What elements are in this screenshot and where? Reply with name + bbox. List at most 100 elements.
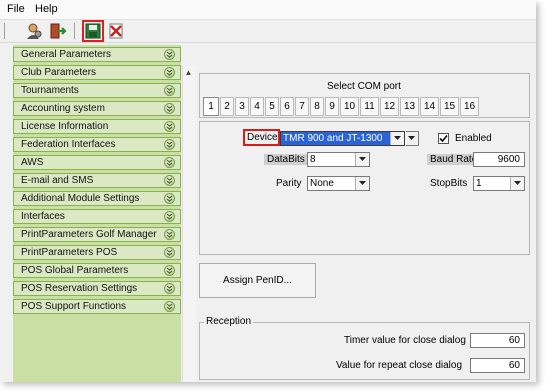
chevron-double-down-icon[interactable] bbox=[164, 139, 175, 150]
dropdown-arrow-icon[interactable] bbox=[405, 132, 418, 145]
databits-label: DataBits bbox=[264, 154, 308, 165]
device-select-value: TMR 900 and JT-1300 bbox=[283, 133, 383, 144]
sidebar-item-printparameters-pos[interactable]: PrintParameters POS bbox=[13, 245, 181, 260]
sidebar-item-email-and-sms[interactable]: E-mail and SMS bbox=[13, 173, 181, 188]
menu-file[interactable]: File bbox=[7, 3, 25, 15]
sidebar-item-general-parameters[interactable]: General Parameters bbox=[13, 47, 181, 62]
baudrate-input[interactable]: 9600 bbox=[473, 152, 525, 167]
highlight-device-label bbox=[243, 129, 280, 146]
com-port-button-4[interactable]: 4 bbox=[250, 97, 264, 116]
chevron-double-down-icon[interactable] bbox=[164, 85, 175, 96]
sidebar-item-label: Tournaments bbox=[21, 85, 79, 96]
com-port-button-10[interactable]: 10 bbox=[340, 97, 359, 116]
chevron-double-down-icon[interactable] bbox=[164, 211, 175, 222]
com-port-button-15[interactable]: 15 bbox=[440, 97, 459, 116]
sidebar-item-pos-support-functions[interactable]: POS Support Functions bbox=[13, 299, 181, 314]
timer-close-dialog-label: Timer value for close dialog bbox=[344, 335, 466, 346]
sidebar-item-club-parameters[interactable]: Club Parameters bbox=[13, 65, 181, 80]
save-icon[interactable] bbox=[82, 20, 104, 42]
toolbar bbox=[0, 20, 536, 43]
chevron-double-down-icon[interactable] bbox=[164, 247, 175, 258]
sidebar-item-label: Club Parameters bbox=[21, 67, 97, 78]
sidebar-item-federation-interfaces[interactable]: Federation Interfaces bbox=[13, 137, 181, 152]
enabled-checkbox[interactable] bbox=[438, 133, 449, 144]
chevron-double-down-icon[interactable] bbox=[164, 157, 175, 168]
com-port-button-2[interactable]: 2 bbox=[220, 97, 234, 116]
enabled-label: Enabled bbox=[455, 133, 492, 144]
com-port-button-1[interactable]: 1 bbox=[203, 97, 219, 116]
repeat-close-dialog-input[interactable]: 60 bbox=[470, 358, 525, 373]
device-dropdown-button[interactable] bbox=[405, 131, 419, 146]
sidebar-item-label: License Information bbox=[21, 121, 109, 132]
dropdown-arrow-icon[interactable] bbox=[390, 132, 404, 145]
user-settings-icon[interactable] bbox=[25, 22, 43, 40]
chevron-double-down-icon[interactable] bbox=[164, 175, 175, 186]
chevron-double-down-icon[interactable] bbox=[164, 265, 175, 276]
sidebar-item-label: PrintParameters Golf Manager bbox=[21, 229, 157, 240]
assign-penid-button[interactable]: Assign PenID... bbox=[199, 263, 316, 298]
sidebar-item-label: AWS bbox=[21, 157, 44, 168]
com-port-button-8[interactable]: 8 bbox=[310, 97, 324, 116]
app-window: File Help General Parameters Club Parame… bbox=[0, 0, 536, 382]
toolbar-separator bbox=[74, 23, 75, 39]
com-port-button-6[interactable]: 6 bbox=[280, 97, 294, 116]
sidebar-item-label: E-mail and SMS bbox=[21, 175, 94, 186]
reception-title: Reception bbox=[204, 316, 254, 327]
chevron-double-down-icon[interactable] bbox=[164, 67, 175, 78]
timer-close-dialog-input[interactable]: 60 bbox=[470, 333, 525, 348]
com-port-button-9[interactable]: 9 bbox=[325, 97, 339, 116]
scroll-up-arrow-icon[interactable]: ▲ bbox=[182, 66, 195, 79]
com-port-button-3[interactable]: 3 bbox=[235, 97, 249, 116]
parity-label: Parity bbox=[276, 178, 302, 189]
com-port-button-7[interactable]: 7 bbox=[295, 97, 309, 116]
dropdown-arrow-icon[interactable] bbox=[355, 153, 369, 166]
sidebar-item-additional-module-settings[interactable]: Additional Module Settings bbox=[13, 191, 181, 206]
databits-value: 8 bbox=[310, 154, 316, 165]
menu-bar: File Help bbox=[0, 0, 536, 20]
repeat-close-dialog-label: Value for repeat close dialog bbox=[336, 360, 463, 371]
device-select[interactable]: TMR 900 and JT-1300 bbox=[280, 131, 405, 146]
chevron-double-down-icon[interactable] bbox=[164, 193, 175, 204]
com-port-title: Select COM port bbox=[327, 81, 401, 92]
sidebar-item-label: PrintParameters POS bbox=[21, 247, 118, 258]
com-port-button-11[interactable]: 11 bbox=[360, 97, 379, 116]
sidebar-item-label: POS Global Parameters bbox=[21, 265, 129, 276]
sidebar-item-label: Accounting system bbox=[21, 103, 105, 114]
menu-help[interactable]: Help bbox=[35, 3, 58, 15]
sidebar-item-license-information[interactable]: License Information bbox=[13, 119, 181, 134]
dropdown-arrow-icon[interactable] bbox=[510, 177, 524, 190]
com-port-button-12[interactable]: 12 bbox=[380, 97, 399, 116]
sidebar-item-label: Additional Module Settings bbox=[21, 193, 140, 204]
databits-select[interactable]: 8 bbox=[307, 152, 370, 167]
parity-value: None bbox=[310, 178, 334, 189]
sidebar-item-label: General Parameters bbox=[21, 49, 112, 60]
stopbits-select[interactable]: 1 bbox=[473, 176, 525, 191]
sidebar-item-accounting-system[interactable]: Accounting system bbox=[13, 101, 181, 116]
dropdown-arrow-icon[interactable] bbox=[355, 177, 369, 190]
sidebar-item-interfaces[interactable]: Interfaces bbox=[13, 209, 181, 224]
com-port-button-13[interactable]: 13 bbox=[400, 97, 419, 116]
sidebar-item-label: POS Reservation Settings bbox=[21, 283, 138, 294]
sidebar-item-tournaments[interactable]: Tournaments bbox=[13, 83, 181, 98]
toolbar-grip bbox=[4, 23, 5, 39]
sidebar-scrollbar[interactable] bbox=[182, 66, 196, 382]
sidebar-item-label: Federation Interfaces bbox=[21, 139, 116, 150]
com-port-button-16[interactable]: 16 bbox=[460, 97, 479, 116]
sidebar-item-aws[interactable]: AWS bbox=[13, 155, 181, 170]
chevron-double-down-icon[interactable] bbox=[164, 121, 175, 132]
exit-icon[interactable] bbox=[49, 22, 67, 40]
chevron-double-down-icon[interactable] bbox=[164, 301, 175, 312]
com-port-button-14[interactable]: 14 bbox=[420, 97, 439, 116]
stopbits-label: StopBits bbox=[430, 178, 468, 189]
chevron-double-down-icon[interactable] bbox=[164, 229, 175, 240]
com-port-button-5[interactable]: 5 bbox=[265, 97, 279, 116]
close-document-icon[interactable] bbox=[107, 22, 125, 40]
chevron-double-down-icon[interactable] bbox=[164, 49, 175, 60]
sidebar-item-printparameters-golf-manager[interactable]: PrintParameters Golf Manager bbox=[13, 227, 181, 242]
sidebar-item-pos-reservation-settings[interactable]: POS Reservation Settings bbox=[13, 281, 181, 296]
chevron-double-down-icon[interactable] bbox=[164, 283, 175, 294]
chevron-double-down-icon[interactable] bbox=[164, 103, 175, 114]
parity-select[interactable]: None bbox=[307, 176, 370, 191]
sidebar-item-pos-global-parameters[interactable]: POS Global Parameters bbox=[13, 263, 181, 278]
sidebar-item-label: POS Support Functions bbox=[21, 301, 127, 312]
